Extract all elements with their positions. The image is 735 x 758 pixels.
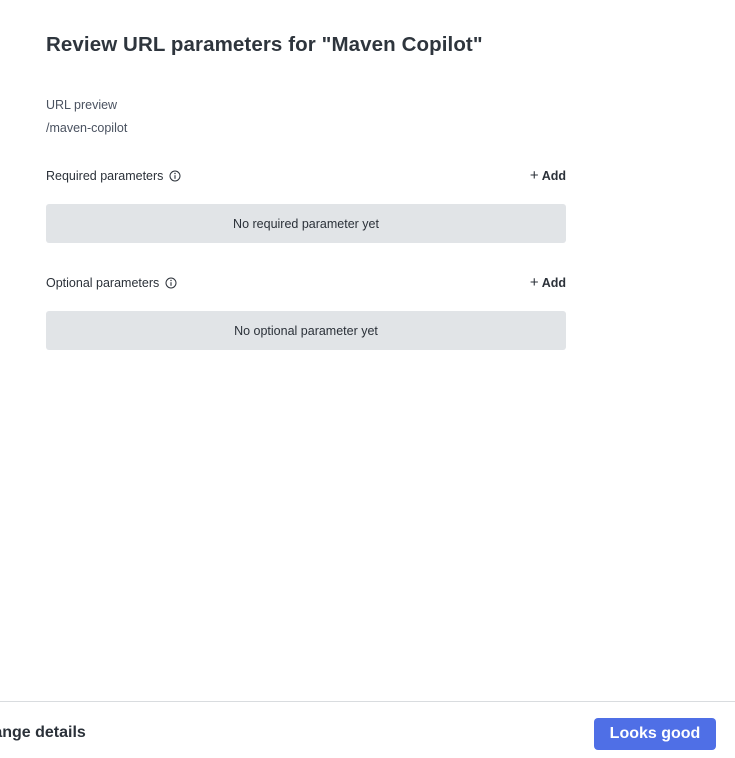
- url-preview-value: /maven-copilot: [46, 121, 128, 135]
- optional-parameters-header: Optional parameters + Add: [46, 274, 566, 292]
- url-preview-label: URL preview: [46, 98, 118, 112]
- required-parameters-empty-state: No required parameter yet: [46, 204, 566, 243]
- optional-parameters-title: Optional parameters: [46, 276, 177, 290]
- dialog-footer: Change details Looks good: [0, 701, 735, 758]
- optional-parameters-empty-state: No optional parameter yet: [46, 311, 566, 350]
- required-empty-text: No required parameter yet: [233, 216, 379, 231]
- add-required-label: Add: [541, 169, 566, 183]
- dialog-title: Review URL parameters for "Maven Copilot…: [46, 33, 483, 56]
- info-icon[interactable]: [165, 277, 177, 289]
- required-parameters-label: Required parameters: [46, 169, 164, 183]
- plus-icon: +: [529, 274, 539, 291]
- looks-good-button[interactable]: Looks good: [594, 718, 716, 750]
- optional-parameters-label: Optional parameters: [46, 276, 160, 290]
- plus-icon: +: [529, 167, 539, 184]
- optional-empty-text: No optional parameter yet: [234, 323, 378, 338]
- info-icon[interactable]: [169, 170, 181, 182]
- change-details-link[interactable]: Change details: [0, 724, 86, 742]
- add-optional-parameter-button[interactable]: + Add: [529, 274, 566, 291]
- add-optional-label: Add: [541, 276, 566, 290]
- required-parameters-title: Required parameters: [46, 169, 181, 183]
- required-parameters-header: Required parameters + Add: [46, 167, 566, 185]
- add-required-parameter-button[interactable]: + Add: [529, 167, 566, 184]
